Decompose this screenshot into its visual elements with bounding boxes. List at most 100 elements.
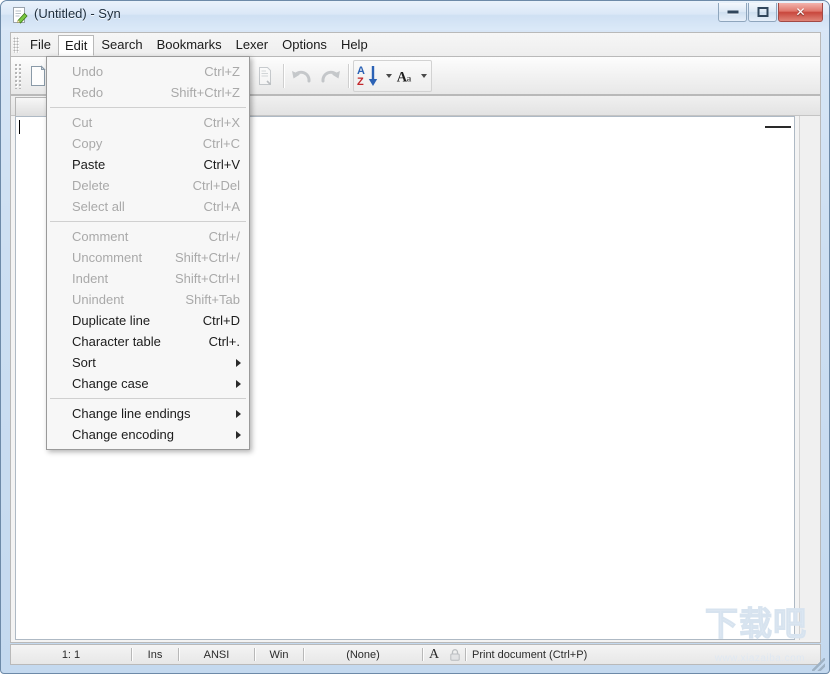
- menu-item-change-case[interactable]: Change case: [47, 373, 249, 394]
- menu-item-cut-accel: Ctrl+X: [203, 115, 240, 130]
- menu-item-delete-label: Delete: [72, 178, 110, 193]
- menu-item-redo-label: Redo: [72, 85, 104, 100]
- menu-item-copy[interactable]: Copy Ctrl+C: [47, 133, 249, 154]
- undo-button[interactable]: [288, 62, 316, 90]
- menu-item-select-all-label: Select all: [72, 199, 125, 214]
- menu-item-unindent-accel: Shift+Tab: [185, 292, 240, 307]
- menubar-grip[interactable]: [13, 36, 19, 53]
- submenu-arrow-icon: [236, 379, 241, 388]
- app-icon: [11, 6, 29, 24]
- title-bar[interactable]: (Untitled) - Syn ✕: [1, 1, 829, 30]
- status-hint: Print document (Ctrl+P): [472, 648, 588, 661]
- menu-item-delete[interactable]: Delete Ctrl+Del: [47, 175, 249, 196]
- document-properties-button[interactable]: [251, 62, 279, 90]
- menu-item-cut[interactable]: Cut Ctrl+X: [47, 112, 249, 133]
- window-controls: ✕: [717, 3, 823, 22]
- menu-item-select-all-accel: Ctrl+A: [203, 199, 240, 214]
- menu-item-change-encoding[interactable]: Change encoding: [47, 424, 249, 445]
- menu-edit[interactable]: Edit: [57, 34, 95, 56]
- toolbar-separator-4: [348, 63, 349, 88]
- menu-file[interactable]: File: [23, 34, 58, 55]
- editor-vertical-scrollbar[interactable]: [799, 116, 820, 640]
- svg-text:a: a: [407, 73, 412, 84]
- padlock-icon: [450, 649, 460, 661]
- menu-item-delete-accel: Ctrl+Del: [192, 178, 240, 193]
- status-lock-icon[interactable]: [445, 645, 465, 664]
- menu-item-change-line-endings-label: Change line endings: [72, 406, 191, 421]
- status-font-icon[interactable]: A: [423, 645, 445, 664]
- menu-item-character-table-label: Character table: [72, 334, 161, 349]
- menu-item-duplicate-line-accel: Ctrl+D: [202, 313, 240, 328]
- sort-az-icon: A Z: [357, 65, 378, 88]
- edit-menu-dropdown: Undo Ctrl+Z Redo Shift+Ctrl+Z Cut Ctrl+X…: [46, 56, 250, 450]
- undo-icon: [292, 70, 311, 82]
- status-bar: 1: 1 Ins ANSI Win (None) A Print documen…: [10, 644, 821, 665]
- menu-item-change-line-endings[interactable]: Change line endings: [47, 403, 249, 424]
- menu-item-indent-label: Indent: [72, 271, 109, 286]
- menu-help[interactable]: Help: [334, 34, 375, 55]
- status-encoding[interactable]: ANSI: [179, 645, 254, 664]
- toolbar-separator-3: [283, 63, 284, 88]
- menu-item-indent-accel: Shift+Ctrl+I: [174, 271, 240, 286]
- editor-split-handle[interactable]: [765, 121, 791, 128]
- menu-item-sort-label: Sort: [72, 355, 96, 370]
- menu-item-change-case-label: Change case: [72, 376, 149, 391]
- status-insert-mode[interactable]: Ins: [132, 645, 178, 664]
- font-case-button[interactable]: A a: [396, 62, 417, 90]
- menu-item-undo[interactable]: Undo Ctrl+Z: [47, 61, 249, 82]
- font-caret[interactable]: [421, 73, 427, 78]
- menu-item-uncomment[interactable]: Uncomment Shift+Ctrl+/: [47, 247, 249, 268]
- menu-item-comment[interactable]: Comment Ctrl+/: [47, 226, 249, 247]
- text-caret: [19, 120, 20, 134]
- menu-bar: File Edit Search Bookmarks Lexer Options…: [10, 32, 821, 56]
- menu-options[interactable]: Options: [275, 34, 334, 55]
- menu-bookmarks[interactable]: Bookmarks: [150, 34, 229, 55]
- menu-item-sort[interactable]: Sort: [47, 352, 249, 373]
- menu-item-select-all[interactable]: Select all Ctrl+A: [47, 196, 249, 217]
- redo-icon: [321, 70, 340, 82]
- status-lexer[interactable]: (None): [304, 645, 422, 664]
- menu-item-paste[interactable]: Paste Ctrl+V: [47, 154, 249, 175]
- sort-font-group: A Z A a: [353, 59, 432, 92]
- menu-item-undo-label: Undo: [72, 64, 104, 79]
- close-button[interactable]: ✕: [778, 3, 823, 22]
- submenu-arrow-icon: [236, 430, 241, 439]
- menu-item-indent[interactable]: Indent Shift+Ctrl+I: [47, 268, 249, 289]
- menu-separator-1: [50, 107, 246, 108]
- menu-item-paste-accel: Ctrl+V: [203, 157, 240, 172]
- menu-item-uncomment-label: Uncomment: [72, 250, 143, 265]
- close-icon: ✕: [795, 5, 806, 19]
- minimize-button[interactable]: [718, 3, 747, 22]
- menu-item-comment-accel: Ctrl+/: [208, 229, 240, 244]
- menu-item-unindent-label: Unindent: [72, 292, 125, 307]
- window-resize-grip[interactable]: [812, 658, 825, 671]
- toolbar-grip-1[interactable]: [14, 62, 21, 89]
- menu-item-character-table-accel: Ctrl+.: [208, 334, 240, 349]
- menu-item-undo-accel: Ctrl+Z: [204, 64, 240, 79]
- sort-az-button[interactable]: A Z: [354, 62, 382, 90]
- status-cursor-position: 1: 1: [61, 648, 81, 661]
- menu-lexer[interactable]: Lexer: [229, 34, 276, 55]
- menu-item-comment-label: Comment: [72, 229, 129, 244]
- svg-text:Z: Z: [357, 76, 364, 88]
- submenu-arrow-icon: [236, 358, 241, 367]
- menu-search[interactable]: Search: [94, 34, 149, 55]
- menu-item-copy-label: Copy: [72, 136, 103, 151]
- redo-button[interactable]: [316, 62, 344, 90]
- font-case-icon: A a: [397, 69, 412, 85]
- menu-item-character-table[interactable]: Character table Ctrl+.: [47, 331, 249, 352]
- menu-item-redo[interactable]: Redo Shift+Ctrl+Z: [47, 82, 249, 103]
- sort-caret[interactable]: [386, 73, 392, 78]
- application-window: (Untitled) - Syn ✕ File Edit Search Book…: [0, 0, 830, 674]
- menu-item-copy-accel: Ctrl+C: [202, 136, 240, 151]
- status-line-endings[interactable]: Win: [255, 645, 303, 664]
- menu-item-change-encoding-label: Change encoding: [72, 427, 174, 442]
- menu-item-cut-label: Cut: [72, 115, 93, 130]
- menu-item-uncomment-accel: Shift+Ctrl+/: [174, 250, 240, 265]
- menu-item-unindent[interactable]: Unindent Shift+Tab: [47, 289, 249, 310]
- window-title: (Untitled) - Syn: [34, 6, 121, 21]
- menu-item-duplicate-line-label: Duplicate line: [72, 313, 151, 328]
- menu-item-duplicate-line[interactable]: Duplicate line Ctrl+D: [47, 310, 249, 331]
- menu-item-redo-accel: Shift+Ctrl+Z: [170, 85, 240, 100]
- maximize-button[interactable]: [748, 3, 777, 22]
